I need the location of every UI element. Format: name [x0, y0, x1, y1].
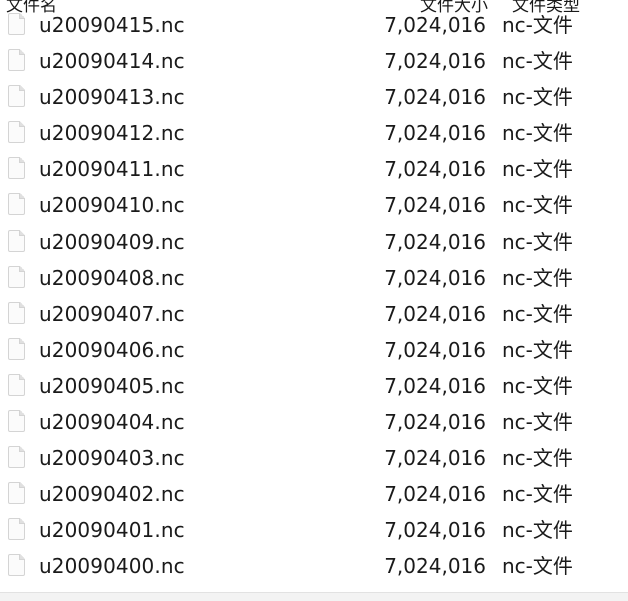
- file-row[interactable]: u20090400.nc 7,024,016 nc-文件: [0, 548, 628, 584]
- file-kind: nc-文件: [502, 446, 573, 471]
- document-icon: [8, 13, 25, 35]
- document-icon: [8, 193, 25, 216]
- file-name: u20090414.nc: [39, 49, 185, 74]
- file-kind: nc-文件: [502, 518, 573, 543]
- file-name: u20090415.nc: [39, 13, 185, 37]
- file-size: 7,024,016: [384, 518, 486, 543]
- file-name: u20090410.nc: [39, 193, 185, 218]
- file-name: u20090411.nc: [39, 157, 185, 182]
- file-row[interactable]: u20090405.nc 7,024,016 nc-文件: [0, 368, 628, 404]
- file-row[interactable]: u20090406.nc 7,024,016 nc-文件: [0, 332, 628, 368]
- file-kind: nc-文件: [502, 554, 573, 579]
- file-row[interactable]: u20090412.nc 7,024,016 nc-文件: [0, 115, 628, 151]
- document-icon: [8, 373, 25, 396]
- file-size: 7,024,016: [384, 229, 486, 254]
- file-row[interactable]: u20090407.nc 7,024,016 nc-文件: [0, 296, 628, 332]
- file-name: u20090407.nc: [39, 301, 185, 326]
- file-name: u20090408.nc: [39, 265, 185, 290]
- file-size: 7,024,016: [384, 13, 486, 37]
- file-size: 7,024,016: [384, 337, 486, 362]
- file-name: u20090403.nc: [39, 446, 185, 471]
- file-row[interactable]: u20090415.nc 7,024,016 nc-文件: [0, 7, 628, 43]
- file-kind: nc-文件: [502, 410, 573, 435]
- file-row[interactable]: u20090401.nc 7,024,016 nc-文件: [0, 512, 628, 548]
- file-kind: nc-文件: [502, 13, 573, 37]
- document-icon: [8, 482, 25, 505]
- file-row[interactable]: u20090408.nc 7,024,016 nc-文件: [0, 260, 628, 296]
- file-name: u20090405.nc: [39, 373, 185, 398]
- file-list: u20090415.nc 7,024,016 nc-文件 u20090414.nc 7,…: [0, 7, 628, 585]
- file-kind: nc-文件: [502, 49, 573, 74]
- document-icon: [8, 446, 25, 469]
- file-size: 7,024,016: [384, 265, 486, 290]
- file-kind: nc-文件: [502, 337, 573, 362]
- file-kind: nc-文件: [502, 265, 573, 290]
- file-row[interactable]: u20090410.nc 7,024,016 nc-文件: [0, 187, 628, 223]
- file-name: u20090413.nc: [39, 85, 185, 110]
- file-size: 7,024,016: [384, 49, 486, 74]
- document-icon: [8, 301, 25, 324]
- file-row[interactable]: u20090411.nc 7,024,016 nc-文件: [0, 151, 628, 187]
- file-name: u20090412.nc: [39, 121, 185, 146]
- file-name: u20090404.nc: [39, 410, 185, 435]
- file-row[interactable]: u20090413.nc 7,024,016 nc-文件: [0, 79, 628, 115]
- file-size: 7,024,016: [384, 554, 486, 579]
- file-kind: nc-文件: [502, 482, 573, 507]
- file-kind: nc-文件: [502, 229, 573, 254]
- file-size: 7,024,016: [384, 121, 486, 146]
- document-icon: [8, 121, 25, 144]
- file-name: u20090402.nc: [39, 482, 185, 507]
- file-kind: nc-文件: [502, 193, 573, 218]
- file-size: 7,024,016: [384, 301, 486, 326]
- file-size: 7,024,016: [384, 193, 486, 218]
- file-size: 7,024,016: [384, 410, 486, 435]
- file-row[interactable]: u20090414.nc 7,024,016 nc-文件: [0, 43, 628, 79]
- file-name: u20090401.nc: [39, 518, 185, 543]
- document-icon: [8, 157, 25, 180]
- file-size: 7,024,016: [384, 85, 486, 110]
- file-name: u20090409.nc: [39, 229, 185, 254]
- file-kind: nc-文件: [502, 301, 573, 326]
- file-row[interactable]: u20090409.nc 7,024,016 nc-文件: [0, 224, 628, 260]
- document-icon: [8, 85, 25, 108]
- document-icon: [8, 229, 25, 252]
- file-row[interactable]: u20090404.nc 7,024,016 nc-文件: [0, 404, 628, 440]
- file-size: 7,024,016: [384, 157, 486, 182]
- document-icon: [8, 554, 25, 577]
- file-kind: nc-文件: [502, 85, 573, 110]
- document-icon: [8, 410, 25, 433]
- document-icon: [8, 518, 25, 541]
- document-icon: [8, 337, 25, 360]
- column-header: 文件名 文件大小 文件类型: [0, 0, 628, 16]
- document-icon: [8, 49, 25, 72]
- file-name: u20090406.nc: [39, 337, 185, 362]
- file-row[interactable]: u20090403.nc 7,024,016 nc-文件: [0, 440, 628, 476]
- file-row[interactable]: u20090402.nc 7,024,016 nc-文件: [0, 476, 628, 512]
- file-size: 7,024,016: [384, 373, 486, 398]
- file-kind: nc-文件: [502, 373, 573, 398]
- file-kind: nc-文件: [502, 157, 573, 182]
- file-name: u20090400.nc: [39, 554, 185, 579]
- document-icon: [8, 265, 25, 288]
- file-size: 7,024,016: [384, 446, 486, 471]
- file-size: 7,024,016: [384, 482, 486, 507]
- file-kind: nc-文件: [502, 121, 573, 146]
